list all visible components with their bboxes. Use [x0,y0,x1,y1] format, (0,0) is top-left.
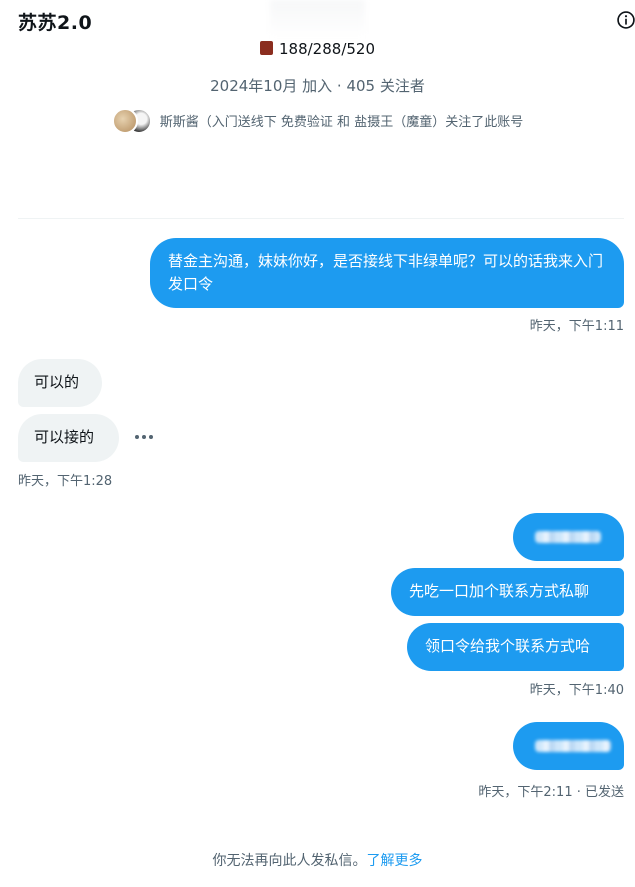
sent-message-redacted[interactable] [513,513,624,561]
divider [18,218,624,219]
info-circle-icon[interactable] [616,10,635,30]
message-text: 可以接的 [34,428,95,446]
message-text: 可以的 [34,373,80,391]
dm-disabled-notice: 你无法再向此人发私信。了解更多 [0,850,635,870]
avatar [111,108,138,134]
profile-stats: 188/288/520 [0,40,635,58]
message-timestamp: 昨天，下午1:11 [529,319,624,334]
message-text: 替金主沟通，妹妹你好，是否接线下非绿单呢？可以的话我来入门发口令 [168,252,604,293]
sent-message[interactable]: 替金主沟通，妹妹你好，是否接线下非绿单呢？可以的话我来入门发口令 [150,238,624,308]
follower-avatars [111,108,152,134]
more-options-icon[interactable] [132,428,156,446]
sent-message-redacted[interactable] [513,722,624,770]
conversation-title: 苏苏2.0 [18,12,93,34]
sent-message[interactable]: 领口令给我个联系方式哈 [407,623,624,671]
book-icon [260,41,273,55]
received-message[interactable]: 可以的 [18,359,102,407]
dm-disabled-text: 你无法再向此人发私信。 [212,853,367,869]
message-timestamp: 昨天，下午1:40 [529,683,624,698]
profile-stats-text: 188/288/520 [279,40,375,58]
followed-by-text: 斯斯酱（入门送线下 免费验证 和 盐摄王（魔童）关注了此账号 [159,114,524,130]
conversation-header: 苏苏2.0 [0,0,635,44]
message-timestamp: 昨天，下午1:28 [18,474,113,489]
message-text: 领口令给我个联系方式哈 [425,637,591,655]
message-text: 先吃一口加个联系方式私聊 [409,582,590,600]
message-timestamp: 昨天，下午2:11 · 已发送 [478,785,624,800]
redacted-text [535,531,601,543]
received-message[interactable]: 可以接的 [18,414,119,462]
sent-message[interactable]: 先吃一口加个联系方式私聊 [391,568,624,616]
redacted-text [535,740,611,752]
followed-by-row[interactable]: 斯斯酱（入门送线下 免费验证 和 盐摄王（魔童）关注了此账号 [0,108,635,134]
learn-more-link[interactable]: 了解更多 [367,853,423,869]
profile-joined-followers: 2024年10月 加入 · 405 关注者 [210,77,425,95]
blurred-avatar [270,0,365,38]
